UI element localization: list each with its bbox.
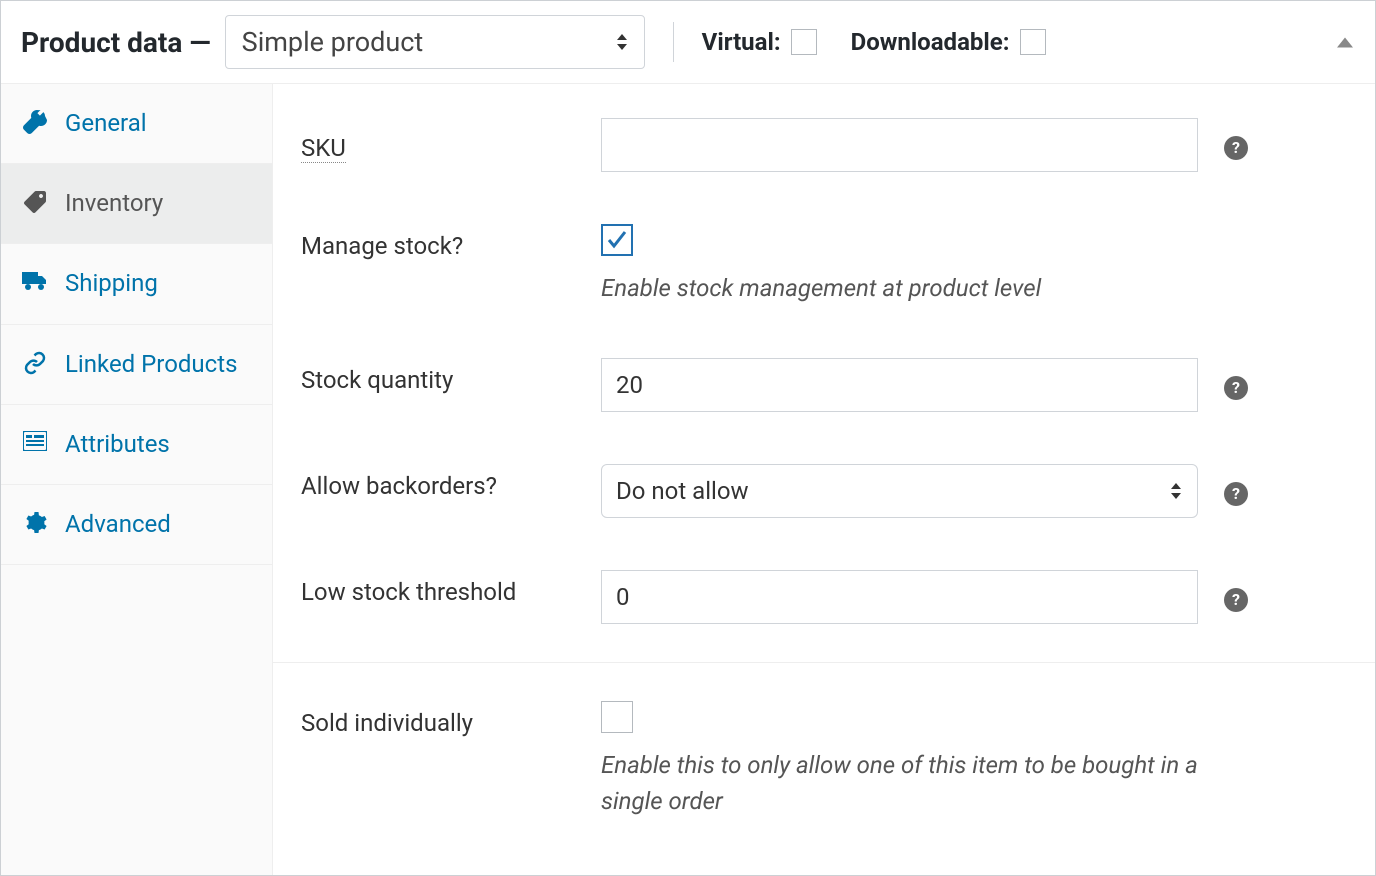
manage-stock-label: Manage stock? (301, 224, 601, 260)
sold-individually-desc: Enable this to only allow one of this it… (601, 747, 1198, 819)
collapse-toggle-icon[interactable] (1335, 29, 1355, 56)
inventory-panel: SKU ? Manage stock? Enable stock managem… (273, 84, 1375, 875)
tab-shipping[interactable]: Shipping (1, 244, 272, 324)
allow-backorders-label: Allow backorders? (301, 464, 601, 500)
virtual-checkbox[interactable] (791, 29, 817, 55)
low-stock-threshold-help[interactable]: ? (1224, 584, 1248, 612)
stock-quantity-input[interactable] (601, 358, 1198, 412)
downloadable-option[interactable]: Downloadable: (851, 28, 1046, 56)
tab-attributes[interactable]: Attributes (1, 405, 272, 485)
help-icon: ? (1224, 376, 1248, 400)
product-type-select[interactable]: Simple product (225, 15, 645, 69)
section-divider (273, 662, 1375, 663)
tab-linked-products[interactable]: Linked Products (1, 325, 272, 405)
help-icon: ? (1224, 136, 1248, 160)
allow-backorders-select[interactable]: Do not allow (601, 464, 1198, 518)
stock-quantity-row: Stock quantity ? (301, 332, 1347, 438)
product-data-tabs: General Inventory Shipping (1, 84, 273, 875)
sold-individually-checkbox[interactable] (601, 701, 633, 733)
gear-icon (21, 511, 49, 535)
panel-header: Product data — Simple product Virtual: D… (1, 1, 1375, 84)
tag-icon (21, 190, 49, 214)
divider (673, 22, 674, 62)
wrench-icon (21, 110, 49, 134)
low-stock-threshold-input[interactable] (601, 570, 1198, 624)
sku-help[interactable]: ? (1224, 132, 1248, 160)
stock-quantity-help[interactable]: ? (1224, 372, 1248, 400)
tab-shipping-label: Shipping (65, 268, 252, 299)
sold-individually-row: Sold individually Enable this to only al… (301, 675, 1347, 845)
allow-backorders-help[interactable]: ? (1224, 478, 1248, 506)
low-stock-threshold-label: Low stock threshold (301, 570, 601, 606)
product-type-select-wrap: Simple product (225, 15, 645, 69)
truck-icon (21, 270, 49, 292)
help-icon: ? (1224, 588, 1248, 612)
manage-stock-checkbox[interactable] (601, 224, 633, 256)
virtual-label: Virtual: (702, 28, 781, 56)
link-icon (21, 351, 49, 375)
manage-stock-desc: Enable stock management at product level (601, 270, 1198, 306)
tab-general-label: General (65, 108, 252, 139)
panel-body: General Inventory Shipping (1, 84, 1375, 875)
tab-inventory[interactable]: Inventory (1, 164, 272, 244)
sku-input[interactable] (601, 118, 1198, 172)
tab-advanced[interactable]: Advanced (1, 485, 272, 565)
virtual-option[interactable]: Virtual: (702, 28, 817, 56)
sku-label: SKU (301, 126, 346, 163)
product-data-panel: Product data — Simple product Virtual: D… (0, 0, 1376, 876)
list-icon (21, 431, 49, 451)
sold-individually-label: Sold individually (301, 701, 601, 737)
tab-attributes-label: Attributes (65, 429, 252, 460)
stock-quantity-label: Stock quantity (301, 358, 601, 394)
tab-inventory-label: Inventory (65, 188, 252, 219)
sku-row: SKU ? (301, 92, 1347, 198)
tab-linked-products-label: Linked Products (65, 349, 252, 380)
downloadable-label: Downloadable: (851, 28, 1010, 56)
allow-backorders-row: Allow backorders? Do not allow ? (301, 438, 1347, 544)
manage-stock-row: Manage stock? Enable stock management at… (301, 198, 1347, 332)
tab-advanced-label: Advanced (65, 509, 252, 540)
low-stock-threshold-row: Low stock threshold ? (301, 544, 1347, 650)
help-icon: ? (1224, 482, 1248, 506)
downloadable-checkbox[interactable] (1020, 29, 1046, 55)
panel-title: Product data — (21, 26, 211, 59)
tab-general[interactable]: General (1, 84, 272, 164)
